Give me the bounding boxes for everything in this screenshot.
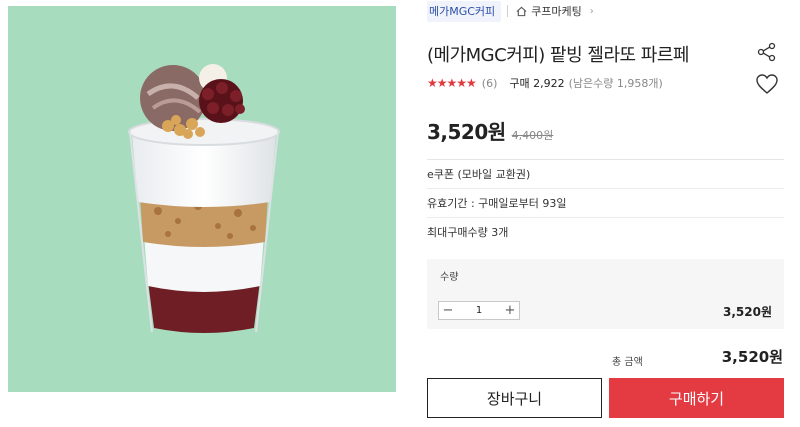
total-label: 총 금액 [612,357,643,368]
parfait-illustration [128,64,280,333]
quantity-label: 수량 [440,272,459,283]
quantity-increase-button[interactable]: + [501,302,519,319]
add-to-cart-button[interactable]: 장바구니 [427,378,602,418]
product-image [8,6,396,392]
quantity-stepper: − 1 + [438,301,520,320]
buy-now-button[interactable]: 구매하기 [609,378,784,418]
quantity-subtotal: 3,520원 [723,305,772,319]
quantity-box: 수량 − 1 + 3,520원 [427,259,784,329]
quantity-decrease-button[interactable]: − [439,302,457,319]
total-row: 총 금액 3,520원 [427,346,784,370]
quantity-value[interactable]: 1 [457,302,501,319]
total-price: 3,520원 [721,348,783,366]
